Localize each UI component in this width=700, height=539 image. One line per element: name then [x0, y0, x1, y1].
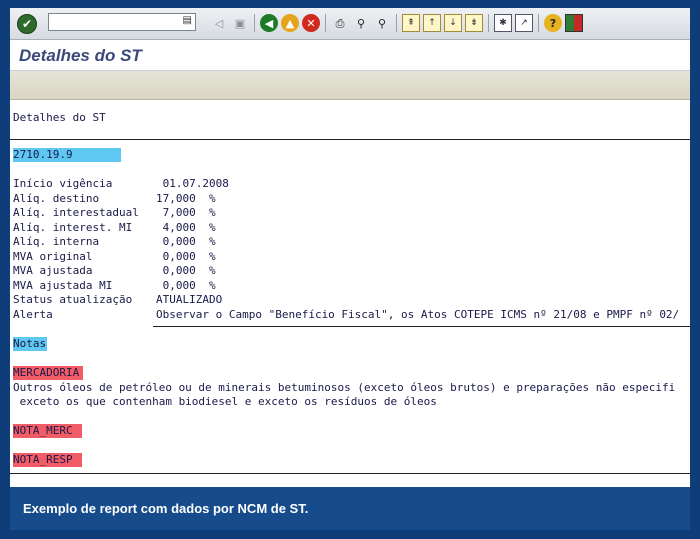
nota-resp-text: NOTA_RESP — [13, 453, 82, 467]
last-page-icon[interactable]: ⇟ — [465, 14, 483, 32]
field-row: Alíq. interestadual 7,000 % — [13, 206, 216, 221]
field-value: ATUALIZADO — [156, 293, 223, 306]
merc-header-text: MERCADORIA — [13, 366, 83, 380]
cancel-icon[interactable]: ✕ — [302, 14, 320, 32]
find-icon[interactable]: ⚲ — [352, 14, 370, 32]
command-input[interactable] — [49, 17, 181, 33]
title-bar: Detalhes do ST — [10, 40, 690, 71]
back-nav-icon[interactable]: ◁ — [210, 14, 228, 32]
history-dropdown-icon[interactable]: ▤ — [183, 15, 192, 26]
field-row: Status atualização ATUALIZADO — [13, 293, 222, 308]
divider — [10, 139, 690, 140]
field-label: Alíq. destino — [13, 191, 100, 205]
toolbar-separator — [488, 14, 489, 32]
caption-banner: Exemplo de report com dados por NCM de S… — [10, 487, 690, 530]
field-value: 0,000 % — [156, 249, 216, 263]
layout-icon[interactable] — [565, 14, 583, 32]
field-row: Alíq. interest. MI 4,000 % — [13, 221, 216, 236]
previous-page-icon[interactable]: ↑ — [423, 14, 441, 32]
nota-merc[interactable]: NOTA_MERC — [13, 424, 82, 438]
divider — [153, 326, 690, 327]
field-row: Alíq. interna 0,000 % — [13, 235, 216, 250]
caption-text: Exemplo de report com dados por NCM de S… — [23, 501, 309, 516]
back-icon[interactable]: ◀ — [260, 14, 278, 32]
print-icon[interactable]: ⎙ — [331, 14, 349, 32]
field-value: 0,000 % — [156, 264, 216, 277]
toolbar-separator — [396, 14, 397, 32]
sap-window: ✔ ▤ ◁ ▣ ◀ ▲ ✕ ⎙ ⚲ ⚲ ⇞ ↑ ↓ ⇟ ✱ ↗ ? Detalh… — [10, 8, 690, 530]
find-next-icon[interactable]: ⚲ — [373, 14, 391, 32]
merc-description-line: exceto os que contenham biodiesel e exce… — [13, 395, 437, 408]
field-value: Observar o Campo "Benefício Fiscal", os … — [156, 307, 680, 321]
application-toolbar — [10, 71, 690, 100]
toolbar-separator — [325, 14, 326, 32]
page-title: Detalhes do ST — [19, 46, 142, 65]
merc-header[interactable]: MERCADORIA — [13, 366, 83, 380]
enter-icon[interactable]: ✔ — [17, 14, 37, 34]
field-row: MVA original 0,000 % — [13, 250, 216, 265]
notes-header[interactable]: Notas — [13, 337, 47, 351]
field-value: 7,000 % — [156, 206, 216, 219]
field-label: MVA ajustada — [13, 264, 93, 277]
field-value: 01.07.2008 — [156, 177, 229, 190]
field-row: MVA ajustada MI 0,000 % — [13, 279, 216, 294]
field-label: MVA original — [13, 249, 93, 263]
field-value: 0,000 % — [156, 235, 216, 248]
field-value: 4,000 % — [156, 220, 216, 234]
merc-description-line: Outros óleos de petróleo ou de minerais … — [13, 381, 676, 394]
report-heading: Detalhes do ST — [13, 111, 106, 124]
ncm-code-text: 2710.19.9 — [13, 148, 121, 162]
report-list: Detalhes do ST 2710.19.9 Início vigência… — [10, 100, 690, 480]
create-session-icon[interactable]: ✱ — [494, 14, 512, 32]
field-label: Status atualização — [13, 293, 133, 306]
shortcut-icon[interactable]: ↗ — [515, 14, 533, 32]
field-label: Alíq. interna — [13, 235, 100, 248]
toolbar-separator — [538, 14, 539, 32]
field-row: MVA ajustada 0,000 % — [13, 264, 216, 279]
help-icon[interactable]: ? — [544, 14, 562, 32]
field-value: 0,000 % — [156, 278, 216, 292]
field-label: Alíq. interest. MI — [13, 220, 133, 234]
nota-merc-text: NOTA_MERC — [13, 424, 82, 438]
field-label: Início vigência — [13, 177, 113, 190]
field-value: 17,000 % — [156, 191, 216, 205]
toolbar-separator — [254, 14, 255, 32]
nota-resp[interactable]: NOTA_RESP — [13, 453, 82, 467]
divider — [10, 473, 690, 474]
ncm-code[interactable]: 2710.19.9 — [13, 148, 121, 162]
save-icon[interactable]: ▣ — [231, 14, 249, 32]
toolbar-icons: ◁ ▣ ◀ ▲ ✕ ⎙ ⚲ ⚲ ⇞ ↑ ↓ ⇟ ✱ ↗ ? — [210, 13, 586, 33]
notes-header-text: Notas — [13, 337, 47, 351]
field-row: Início vigência 01.07.2008 — [13, 177, 229, 192]
command-field[interactable]: ▤ — [48, 13, 196, 33]
field-label: Alíq. interestadual — [13, 206, 139, 219]
first-page-icon[interactable]: ⇞ — [402, 14, 420, 32]
exit-icon[interactable]: ▲ — [281, 14, 299, 32]
field-label: Alerta — [13, 307, 53, 321]
standard-toolbar: ✔ ▤ ◁ ▣ ◀ ▲ ✕ ⎙ ⚲ ⚲ ⇞ ↑ ↓ ⇟ ✱ ↗ ? — [10, 8, 690, 40]
field-row: Alíq. destino 17,000 % — [13, 192, 216, 207]
next-page-icon[interactable]: ↓ — [444, 14, 462, 32]
field-row: Alerta Observar o Campo "Benefício Fiscal… — [13, 308, 679, 323]
field-label: MVA ajustada MI — [13, 278, 113, 292]
